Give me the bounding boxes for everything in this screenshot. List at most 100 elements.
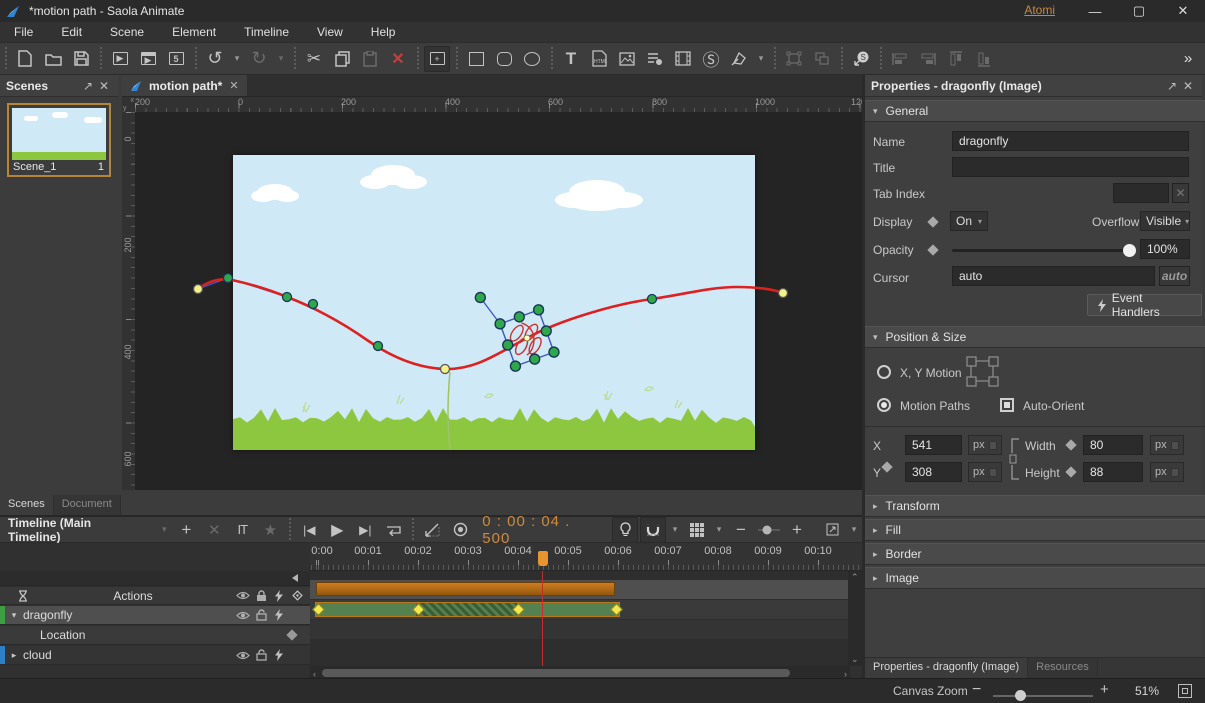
undo-button[interactable]: ↺ [202, 46, 228, 72]
rectangle-tool[interactable] [463, 46, 489, 72]
align-top-button[interactable] [943, 46, 969, 72]
xy-motion-radio[interactable] [877, 365, 891, 379]
go-to-start-button[interactable]: |◀ [296, 517, 322, 543]
fit-canvas-button[interactable] [1178, 684, 1192, 698]
y-unit-button[interactable]: px [968, 462, 1002, 482]
menu-view[interactable]: View [303, 23, 357, 41]
expand-caret-icon[interactable]: ▾ [5, 610, 23, 621]
section-position-size[interactable]: ▾Position & Size [865, 326, 1205, 348]
go-to-end-button[interactable]: ▶| [352, 517, 378, 543]
document-tab[interactable]: motion path* ✕ [122, 75, 247, 96]
timeline-select-dropdown[interactable]: ▾ [157, 517, 171, 543]
animation-icon[interactable] [270, 649, 288, 661]
maximize-button[interactable]: ▢ [1117, 0, 1161, 22]
motion-paths-radio[interactable] [877, 398, 891, 412]
animation-column-icon[interactable] [270, 590, 288, 602]
property-track-name[interactable]: Location [40, 628, 288, 642]
section-general[interactable]: ▾General [865, 100, 1205, 122]
scroll-up-icon[interactable]: ⌃ [851, 572, 859, 583]
animation-bar-location[interactable] [315, 602, 620, 617]
delete-button[interactable]: ✕ [385, 46, 411, 72]
animation-icon[interactable] [270, 609, 288, 621]
close-tab-icon[interactable]: ✕ [229, 79, 238, 92]
snapping-dropdown[interactable]: ▾ [668, 517, 682, 543]
canvas-zoom-out-button[interactable]: − [972, 681, 981, 699]
y-field[interactable]: 308 [905, 462, 962, 482]
overflow-dropdown[interactable]: Visible▾ [1140, 211, 1190, 231]
canvas-zoom-slider-thumb[interactable] [1015, 690, 1026, 701]
keyframe-column-icon[interactable] [288, 590, 306, 601]
preview-project-button[interactable]: ▶ [135, 46, 161, 72]
animation-bar-dragonfly[interactable] [316, 582, 615, 596]
text-tool[interactable]: T [558, 46, 584, 72]
scrollbar-thumb[interactable] [322, 669, 790, 677]
show-hints-button[interactable] [612, 517, 638, 543]
playhead-line[interactable] [542, 571, 543, 666]
tabindex-field[interactable] [1113, 183, 1169, 203]
track-name[interactable]: cloud [23, 648, 234, 662]
timeline-ruler[interactable]: 0:00 00:01 00:02 00:03 00:04 00:05 00:06… [310, 543, 862, 571]
add-timeline-button[interactable]: + [173, 517, 199, 543]
section-fill[interactable]: ▸Fill [865, 519, 1205, 541]
ungroup-button[interactable] [809, 46, 835, 72]
hourglass-filter-icon[interactable] [14, 590, 32, 602]
close-button[interactable]: ✕ [1161, 0, 1205, 22]
close-icon[interactable]: ✕ [1180, 79, 1196, 93]
tab-properties[interactable]: Properties - dragonfly (Image) [865, 658, 1028, 678]
align-left-button[interactable] [887, 46, 913, 72]
track-row-location[interactable]: Location [0, 626, 310, 645]
x-field[interactable]: 541 [905, 435, 962, 455]
open-project-button[interactable] [40, 46, 66, 72]
fit-timeline-button[interactable] [819, 517, 845, 543]
menu-edit[interactable]: Edit [47, 23, 96, 41]
lock-icon[interactable] [252, 609, 270, 621]
opacity-slider[interactable] [952, 249, 1130, 252]
height-keyframe-icon[interactable] [1065, 466, 1076, 477]
width-keyframe-icon[interactable] [1065, 439, 1076, 450]
lock-icon[interactable] [252, 649, 270, 661]
property-keyframe-icon[interactable] [286, 629, 297, 640]
tab-scenes[interactable]: Scenes [0, 495, 54, 515]
x-unit-button[interactable]: px [968, 435, 1002, 455]
minimize-button[interactable]: — [1073, 0, 1117, 22]
visibility-column-icon[interactable] [234, 591, 252, 600]
insert-audio-tool[interactable] [642, 46, 668, 72]
canvas-zoom-slider[interactable] [993, 695, 1093, 697]
lock-column-icon[interactable] [252, 590, 270, 602]
delete-timeline-button[interactable]: ✕ [201, 517, 227, 543]
cursor-auto-button[interactable]: auto [1159, 266, 1190, 286]
convert-to-symbol-button[interactable]: S [848, 46, 874, 72]
fit-timeline-dropdown[interactable]: ▾ [847, 517, 861, 543]
opacity-keyframe-icon[interactable] [927, 244, 938, 255]
scene-thumbnail[interactable]: Scene_1 1 [7, 103, 111, 177]
track-row-dragonfly[interactable]: ▾ dragonfly [0, 606, 310, 625]
collapse-caret-icon[interactable]: ▸ [5, 650, 23, 661]
insert-video-tool[interactable] [670, 46, 696, 72]
width-field[interactable]: 80 [1083, 435, 1143, 455]
timeline-zoom-slider[interactable] [756, 517, 782, 543]
rotate-handle[interactable] [474, 291, 487, 304]
auto-orient-checkbox[interactable] [1000, 398, 1014, 412]
timeline-grid-button[interactable] [684, 517, 710, 543]
height-field[interactable]: 88 [1083, 462, 1143, 482]
playhead-marker[interactable] [538, 551, 548, 566]
loop-playback-button[interactable] [380, 517, 406, 543]
timeline-tracks-area[interactable] [310, 571, 862, 666]
rename-timeline-button[interactable]: IT [229, 517, 255, 543]
display-dropdown[interactable]: On▾ [950, 211, 988, 231]
save-button[interactable] [68, 46, 94, 72]
redo-button[interactable]: ↻ [246, 46, 272, 72]
cloud-shapes[interactable] [251, 165, 643, 211]
path-keyframe-mid[interactable] [441, 365, 450, 374]
grid-dropdown[interactable]: ▾ [712, 517, 726, 543]
align-bottom-button[interactable] [971, 46, 997, 72]
new-project-button[interactable] [12, 46, 38, 72]
undo-dropdown[interactable]: ▾ [230, 46, 244, 72]
html-widget-tool[interactable]: HTML [586, 46, 612, 72]
opacity-slider-thumb[interactable] [1123, 244, 1136, 257]
timeline-zoom-in-button[interactable]: + [784, 517, 810, 543]
rounded-rectangle-tool[interactable] [491, 46, 517, 72]
freeform-shape-tool[interactable] [726, 46, 752, 72]
visibility-icon[interactable] [234, 651, 252, 660]
visibility-icon[interactable] [234, 611, 252, 620]
